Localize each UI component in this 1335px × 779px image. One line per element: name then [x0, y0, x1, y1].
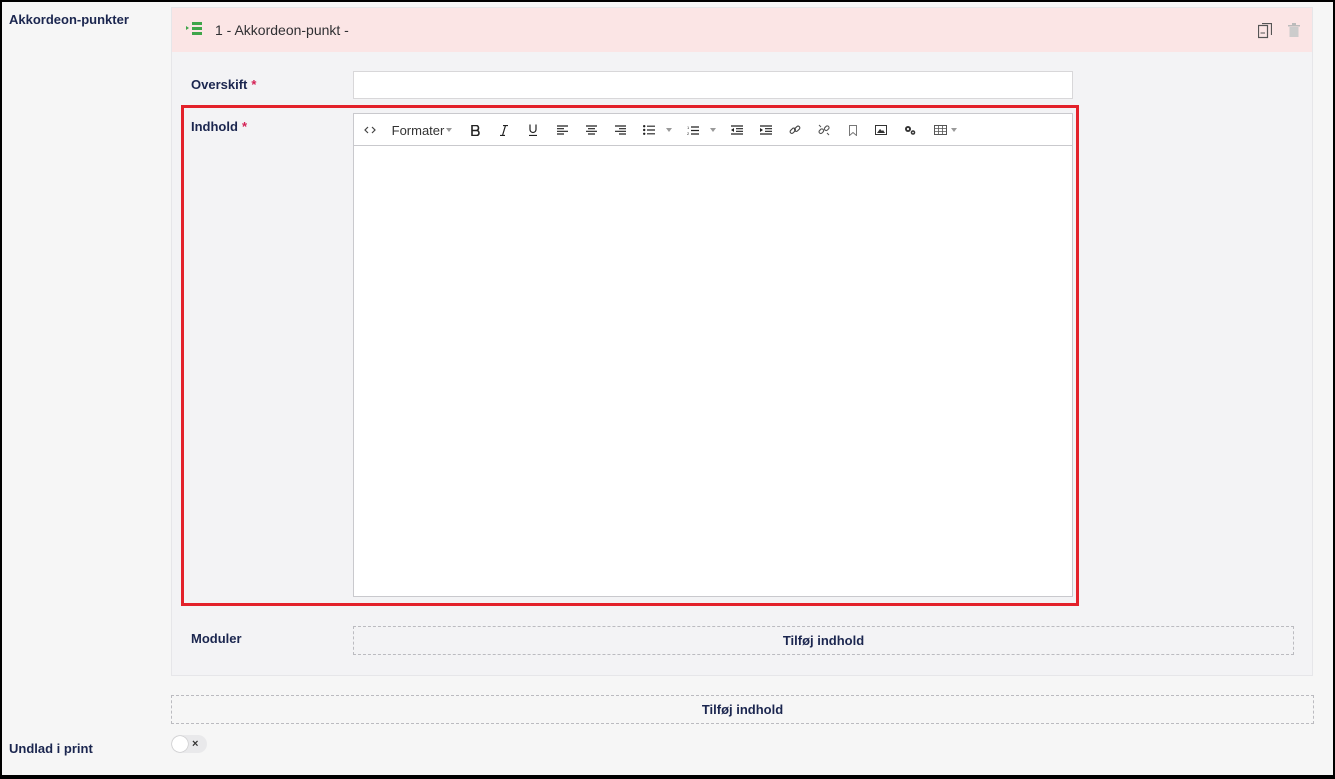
svg-text:1: 1 — [687, 125, 690, 130]
numbered-list-icon[interactable]: 12 — [686, 122, 700, 138]
format-dropdown[interactable]: Formater — [390, 122, 446, 138]
chevron-down-icon[interactable] — [666, 128, 672, 132]
editor-content-area[interactable] — [354, 146, 1072, 596]
heading-input[interactable] — [353, 71, 1073, 99]
trash-icon[interactable] — [1288, 23, 1300, 42]
chevron-down-icon — [446, 128, 452, 132]
underline-icon[interactable] — [526, 122, 540, 138]
exclude-print-label: Undlad i print — [9, 741, 93, 756]
copy-icon[interactable] — [1257, 22, 1273, 44]
outdent-icon[interactable] — [730, 122, 744, 138]
editor-toolbar: Formater 1 2 — [354, 114, 1072, 146]
accordion-item-header[interactable]: 1 - Akkordeon-punkt - — [172, 8, 1312, 52]
source-code-icon[interactable] — [362, 122, 378, 138]
accordion-item-title: 1 - Akkordeon-punkt - — [215, 22, 349, 38]
table-icon[interactable] — [933, 122, 947, 138]
add-module-button-label: Tilføj indhold — [782, 633, 865, 648]
add-accordion-item-button-label: Tilføj indhold — [701, 702, 784, 717]
link-icon[interactable] — [788, 122, 802, 138]
chevron-down-icon[interactable] — [710, 128, 716, 132]
modules-label: Moduler — [191, 631, 242, 646]
close-icon: × — [192, 738, 199, 750]
required-marker: * — [251, 77, 257, 92]
align-center-icon[interactable] — [584, 122, 598, 138]
bullet-list-icon[interactable] — [642, 122, 656, 138]
macro-icon[interactable] — [903, 122, 917, 138]
image-icon[interactable] — [874, 122, 888, 138]
accordion-points-label: Akkordeon-punkter — [9, 12, 129, 27]
heading-label: Overskift * — [191, 77, 256, 92]
anchor-icon[interactable] — [846, 122, 860, 138]
unlink-icon[interactable] — [817, 122, 831, 138]
exclude-print-toggle[interactable]: × — [171, 735, 207, 753]
add-accordion-item-button[interactable]: Tilføj indhold — [171, 695, 1314, 724]
content-label: Indhold * — [191, 119, 247, 134]
heading-label-text: Overskift — [191, 77, 248, 92]
drag-handle-icon[interactable] — [186, 22, 202, 41]
rich-text-editor: Formater 1 2 — [353, 113, 1073, 597]
format-dropdown-label: Formater — [391, 122, 445, 138]
align-left-icon[interactable] — [555, 122, 569, 138]
align-right-icon[interactable] — [613, 122, 627, 138]
indent-icon[interactable] — [759, 122, 773, 138]
required-marker: * — [241, 119, 247, 134]
bold-icon[interactable] — [468, 122, 482, 138]
content-label-text: Indhold — [191, 119, 238, 134]
svg-text:2: 2 — [687, 131, 690, 136]
chevron-down-icon[interactable] — [951, 128, 957, 132]
italic-icon[interactable] — [497, 122, 511, 138]
toggle-knob — [172, 736, 188, 752]
add-module-button[interactable]: Tilføj indhold — [353, 626, 1294, 655]
content-frame: Akkordeon-punkter 1 - Akkordeon-punkt - — [2, 2, 1333, 775]
